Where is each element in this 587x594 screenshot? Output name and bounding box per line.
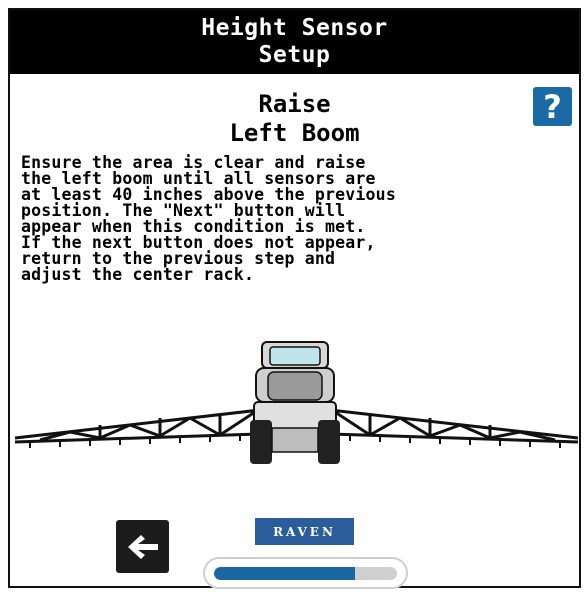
header-title-line1: Height Sensor (201, 15, 388, 41)
setup-screen: Height Sensor Setup Raise Left Boom ? En… (8, 8, 581, 589)
raven-logo-text: RAVEN (273, 524, 336, 539)
instructions-text: Ensure the area is clear and raise the l… (21, 153, 396, 284)
back-button[interactable] (116, 520, 169, 573)
progress-track (214, 567, 397, 580)
sprayer-illustration (14, 341, 579, 464)
raven-logo: RAVEN (255, 518, 354, 545)
progress-fill (214, 567, 355, 580)
step-title-line1: Raise (258, 90, 331, 118)
arrow-left-icon (127, 534, 158, 559)
help-icon: ? (543, 87, 562, 126)
step-title: Raise Left Boom (10, 90, 579, 148)
left-boom (14, 408, 261, 444)
step-title-line2: Left Boom (229, 119, 360, 147)
progress-bar (203, 557, 408, 589)
help-button[interactable]: ? (533, 87, 572, 126)
right-boom (329, 408, 579, 444)
header-bar: Height Sensor Setup (10, 10, 579, 74)
tractor-cab (250, 341, 340, 464)
header-title-line2: Setup (258, 42, 331, 68)
